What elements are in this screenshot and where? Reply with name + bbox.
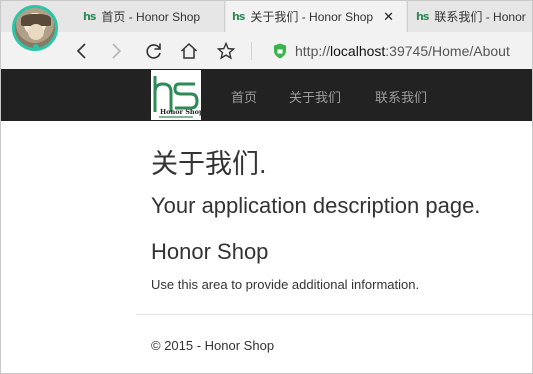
footer-copyright: © 2015 - Honor Shop: [151, 338, 275, 353]
tab-label: 首页 - Honor Shop: [101, 10, 201, 24]
url-host: localhost: [330, 43, 386, 59]
nav-link-home[interactable]: 首页: [231, 87, 257, 106]
browser-window: hs 首页 - Honor Shop hs 关于我们 - Honor Shop …: [0, 0, 533, 374]
toolbar-divider: [251, 42, 252, 60]
nav-link-about[interactable]: 关于我们: [289, 87, 341, 106]
close-icon[interactable]: ✕: [383, 9, 394, 25]
profile-avatar[interactable]: [12, 5, 58, 51]
section-heading: Honor Shop: [151, 239, 269, 264]
logo-text: Honor Shop: [160, 108, 201, 116]
refresh-icon[interactable]: [141, 38, 167, 64]
tab-label: 联系我们 - Honor: [434, 10, 526, 24]
nav-link-contact[interactable]: 联系我们: [375, 87, 427, 106]
footer-divider: [136, 314, 532, 315]
url-scheme: http://: [295, 43, 331, 59]
star-icon[interactable]: [213, 38, 239, 64]
info-paragraph: Use this area to provide additional info…: [151, 277, 420, 292]
site-logo[interactable]: Honor Shop: [151, 70, 204, 120]
tab-contact[interactable]: hs 联系我们 - Honor: [407, 1, 532, 32]
tab-strip: hs 首页 - Honor Shop hs 关于我们 - Honor Shop …: [1, 1, 532, 32]
home-icon[interactable]: [176, 38, 202, 64]
page-subtitle: Your application description page.: [151, 193, 481, 218]
site-favicon-icon: hs: [416, 10, 429, 23]
site-favicon-icon: hs: [232, 10, 245, 23]
address-bar[interactable]: http://localhost:39745/Home/About: [273, 41, 510, 61]
tab-label: 关于我们 - Honor Shop: [250, 10, 374, 24]
site-navbar: Honor Shop 首页 关于我们 联系我们: [1, 69, 532, 121]
browser-toolbar: http://localhost:39745/Home/About: [1, 32, 532, 69]
page-title: 关于我们.: [151, 149, 267, 179]
back-icon[interactable]: [69, 38, 95, 64]
logo-icon: Honor Shop: [153, 76, 204, 118]
tab-about[interactable]: hs 关于我们 - Honor Shop ✕: [226, 1, 406, 32]
tab-home[interactable]: hs 首页 - Honor Shop: [79, 1, 225, 32]
forward-icon[interactable]: [103, 38, 129, 64]
url-path: :39745/Home/About: [385, 43, 510, 59]
site-favicon-icon: hs: [83, 10, 96, 23]
lock-icon: [274, 43, 286, 59]
